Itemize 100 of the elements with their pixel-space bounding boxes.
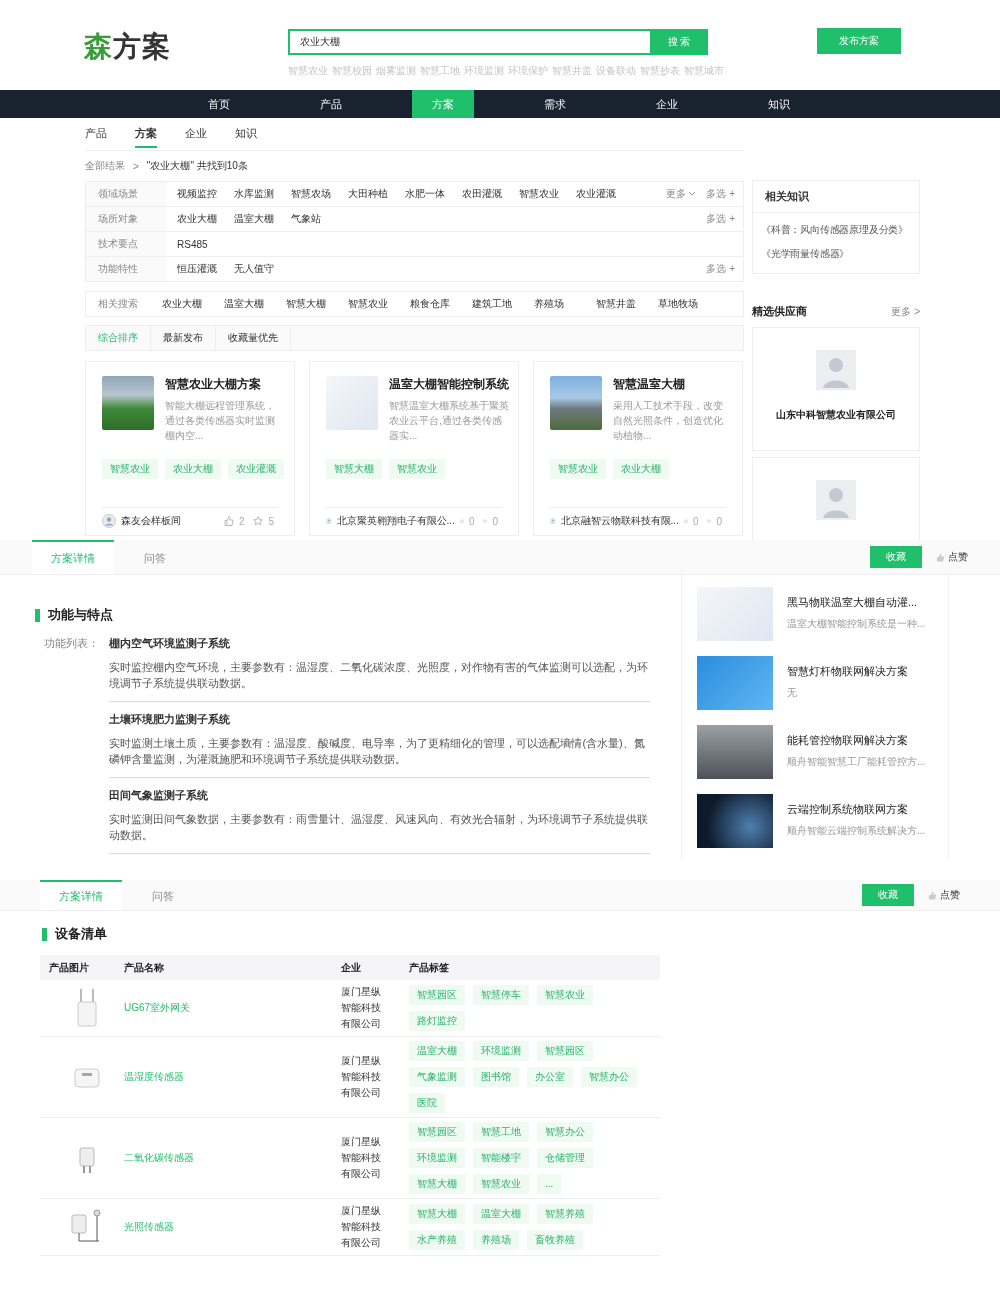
star-icon[interactable] [253,516,264,527]
filter-option[interactable]: 水库监测 [234,187,274,201]
more-link[interactable]: 更多 > [891,304,920,319]
knowledge-link[interactable]: 《光学雨量传感器》 [761,247,850,261]
sort-tab[interactable]: 综合排序 [86,326,151,350]
tag[interactable]: 智慧停车 [473,985,529,1005]
tag[interactable]: 智慧园区 [409,1122,465,1142]
category-tab[interactable]: 产品 [85,120,107,148]
filter-option[interactable]: 气象站 [291,212,321,226]
tag[interactable]: 智慧农业 [389,459,445,479]
tag[interactable]: 智慧办公 [581,1067,637,1087]
like-button[interactable]: 点赞 [928,888,960,902]
related-search-link[interactable]: 智慧农业 [348,297,410,311]
publish-button[interactable]: 发布方案 [817,28,901,54]
collect-button[interactable]: 收藏 [870,546,922,568]
thumbs-up-icon[interactable] [223,516,234,527]
detail-tab[interactable]: 问答 [114,540,196,574]
nav-item[interactable]: 需求 [499,90,611,118]
filter-option[interactable]: 无人值守 [234,262,274,276]
detail-tab[interactable]: 方案详情 [40,880,122,910]
tag[interactable]: 温室大棚 [409,1041,465,1061]
filter-option[interactable]: 智慧农业 [519,187,559,201]
product-link[interactable]: 光照传感器 [124,1220,341,1234]
detail-tab[interactable]: 问答 [122,880,204,910]
tag[interactable]: ... [537,1174,562,1194]
related-search-link[interactable]: 农业大棚 [162,297,224,311]
knowledge-link[interactable]: 《科普：风向传感器原理及分类》 [761,223,908,237]
filter-option[interactable]: 农业灌溉 [576,187,616,201]
filter-option[interactable]: 农业大棚 [177,212,217,226]
multi-select-button[interactable]: 多选 + [706,187,735,201]
search-field[interactable]: 农业大棚 [288,29,650,55]
solution-card[interactable]: 智慧农业大棚方案 智能大棚远程管理系统，通过各类传感器实时监测棚内空... 智慧农业 农业大棚 农业灌溉 森友会样板间 2 5 [85,361,295,536]
sort-tab[interactable]: 收藏量优先 [216,326,291,350]
filter-option[interactable]: 恒压灌溉 [177,262,217,276]
like-button[interactable]: 点赞 [936,550,968,564]
supplier-card[interactable]: 山东中科智慧农业有限公司 [752,327,920,451]
tag[interactable]: 办公室 [527,1067,573,1087]
tag[interactable]: 智慧农业 [102,459,158,479]
nav-item[interactable]: 企业 [611,90,723,118]
tag[interactable]: 农业灌溉 [228,459,284,479]
solution-card[interactable]: 智慧温室大棚 采用人工技术手段，改变自然光照条件，创造优化动植物... 智慧农业 农业大棚 北京融智云物联科技有限... 0 0 [533,361,743,536]
solution-card[interactable]: 温室大棚智能控制系统 智慧温室大棚系统基于聚英农业云平台,通过各类传感器实... 智慧大棚 智慧农业 北京聚英翱翔电子有限公... 0 0 [309,361,519,536]
tag[interactable]: 水产养殖 [409,1230,465,1250]
tag[interactable]: 图书馆 [473,1067,519,1087]
solution-link[interactable]: 能耗管控物联网解决方案 [787,733,926,748]
filter-option[interactable]: 大田种植 [348,187,388,201]
product-link[interactable]: 温湿度传感器 [124,1070,341,1084]
multi-select-button[interactable]: 多选 + [706,212,735,226]
product-link[interactable]: 二氧化碳传感器 [124,1151,341,1165]
tag[interactable]: 气象监测 [409,1067,465,1087]
detail-tab[interactable]: 方案详情 [32,540,114,574]
tag[interactable]: 农业大棚 [613,459,669,479]
tag[interactable]: 养殖场 [473,1230,519,1250]
filter-option[interactable]: 智慧农场 [291,187,331,201]
related-search-link[interactable]: 草地牧场 [658,297,720,311]
tag[interactable]: 环境监测 [409,1148,465,1168]
tag[interactable]: 路灯监控 [409,1011,465,1031]
related-search-link[interactable]: 粮食仓库 [410,297,472,311]
category-tab[interactable]: 知识 [235,120,257,148]
category-tab[interactable]: 方案 [135,120,157,148]
tag[interactable]: 医院 [409,1093,445,1113]
sort-tab[interactable]: 最新发布 [151,326,216,350]
solution-link[interactable]: 黑马物联温室大棚自动灌... [787,595,926,610]
tag[interactable]: 智慧大棚 [326,459,382,479]
filter-option[interactable]: RS485 [177,238,208,250]
tag[interactable]: 智慧农业 [537,985,593,1005]
tag[interactable]: 智慧大棚 [409,1204,465,1224]
filter-option[interactable]: 视频监控 [177,187,217,201]
related-search-link[interactable]: 养殖场 [534,297,596,311]
nav-item[interactable]: 方案 [412,90,474,118]
tag[interactable]: 仓储管理 [537,1148,593,1168]
tag[interactable]: 智能楼宇 [473,1148,529,1168]
filter-option[interactable]: 水肥一体 [405,187,445,201]
tag[interactable]: 智慧工地 [473,1122,529,1142]
tag[interactable]: 环境监测 [473,1041,529,1061]
filter-option[interactable]: 农田灌溉 [462,187,502,201]
solution-link[interactable]: 智慧灯杆物联网解决方案 [787,664,908,679]
tag[interactable]: 智慧园区 [409,985,465,1005]
collect-button[interactable]: 收藏 [862,884,914,906]
solution-link[interactable]: 云端控制系统物联网方案 [787,802,926,817]
tag[interactable]: 温室大棚 [473,1204,529,1224]
multi-select-button[interactable]: 多选 + [706,262,735,276]
tag[interactable]: 农业大棚 [165,459,221,479]
filter-option[interactable]: 温室大棚 [234,212,274,226]
breadcrumb-link[interactable]: 全部结果 [85,159,125,173]
more-button[interactable]: 更多 [666,187,697,201]
nav-item[interactable]: 首页 [163,90,275,118]
tag[interactable]: 智慧大棚 [409,1174,465,1194]
tag[interactable]: 畜牧养殖 [527,1230,583,1250]
nav-item[interactable]: 知识 [723,90,835,118]
tag[interactable]: 智慧园区 [537,1041,593,1061]
tag[interactable]: 智慧养殖 [537,1204,593,1224]
search-button[interactable]: 搜 索 [650,29,708,55]
related-search-link[interactable]: 智慧大棚 [286,297,348,311]
tag[interactable]: 智慧农业 [473,1174,529,1194]
tag[interactable]: 智慧办公 [537,1122,593,1142]
nav-item[interactable]: 产品 [275,90,387,118]
related-search-link[interactable]: 智慧井盖 [596,297,658,311]
category-tab[interactable]: 企业 [185,120,207,148]
product-link[interactable]: UG67室外网关 [124,1001,341,1015]
